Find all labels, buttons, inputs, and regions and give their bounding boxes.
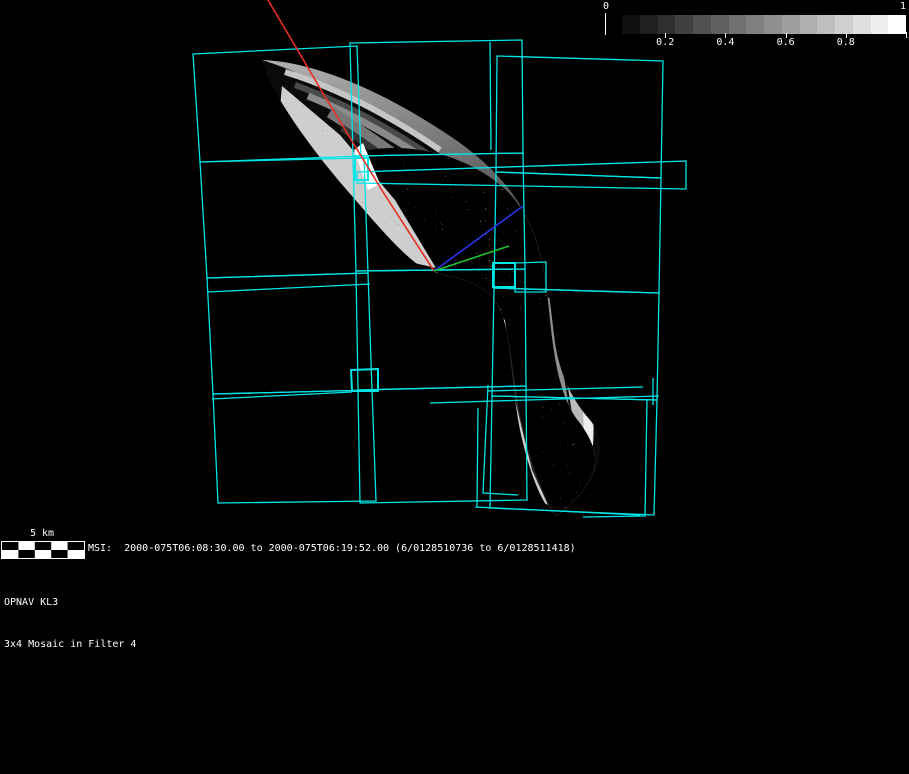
msi-footprint <box>208 284 370 292</box>
mosaic-description: 3x4 Mosaic in Filter 4 <box>4 638 136 652</box>
viewport: 0 1 0.2 0.4 0.6 0.8 5 km MSI: 2000-075T06:0… <box>0 0 909 774</box>
colorbar-step <box>871 15 889 34</box>
colorbar-tick-label: 0.8 <box>831 37 861 48</box>
colorbar-tick-label: 0.4 <box>710 37 740 48</box>
colorbar-step <box>764 15 782 34</box>
scale-bar-label: 5 km <box>0 528 84 539</box>
msi-footprint <box>490 42 491 150</box>
colorbar-max-label: 1 <box>896 1 909 12</box>
sequence-name: OPNAV KL3 <box>4 596 136 610</box>
msi-footprint <box>496 56 663 178</box>
colorbar-step <box>782 15 800 34</box>
colorbar-step <box>693 15 711 34</box>
msi-footprint <box>477 408 478 507</box>
msi-footprint <box>351 369 378 391</box>
colorbar-step <box>888 15 906 34</box>
status-line: MSI: 2000-075T06:08:30.00 to 2000-075T06… <box>88 543 576 554</box>
colorbar-step <box>853 15 871 34</box>
colorbar-min-tick <box>605 13 606 35</box>
sequence-info: OPNAV KL3 3x4 Mosaic in Filter 4 <box>4 568 136 680</box>
colorbar-min-label: 0 <box>599 1 613 12</box>
colorbar-step <box>622 15 640 34</box>
colorbar: 0 1 0.2 0.4 0.6 0.8 <box>0 0 909 52</box>
colorbar-step <box>817 15 835 34</box>
colorbar-step <box>800 15 818 34</box>
colorbar-step <box>711 15 729 34</box>
colorbar-step <box>640 15 658 34</box>
msi-footprint-layer <box>193 40 686 517</box>
colorbar-max-tick <box>906 32 907 38</box>
colorbar-gradient <box>622 15 906 34</box>
colorbar-step <box>658 15 676 34</box>
colorbar-step <box>675 15 693 34</box>
scale-bar-checker <box>1 541 85 559</box>
msi-footprint <box>213 390 376 503</box>
colorbar-tick-label: 0.6 <box>771 37 801 48</box>
colorbar-step <box>835 15 853 34</box>
colorbar-step <box>729 15 747 34</box>
colorbar-tick-label: 0.2 <box>650 37 680 48</box>
colorbar-step <box>746 15 764 34</box>
msi-footprint <box>358 386 527 503</box>
